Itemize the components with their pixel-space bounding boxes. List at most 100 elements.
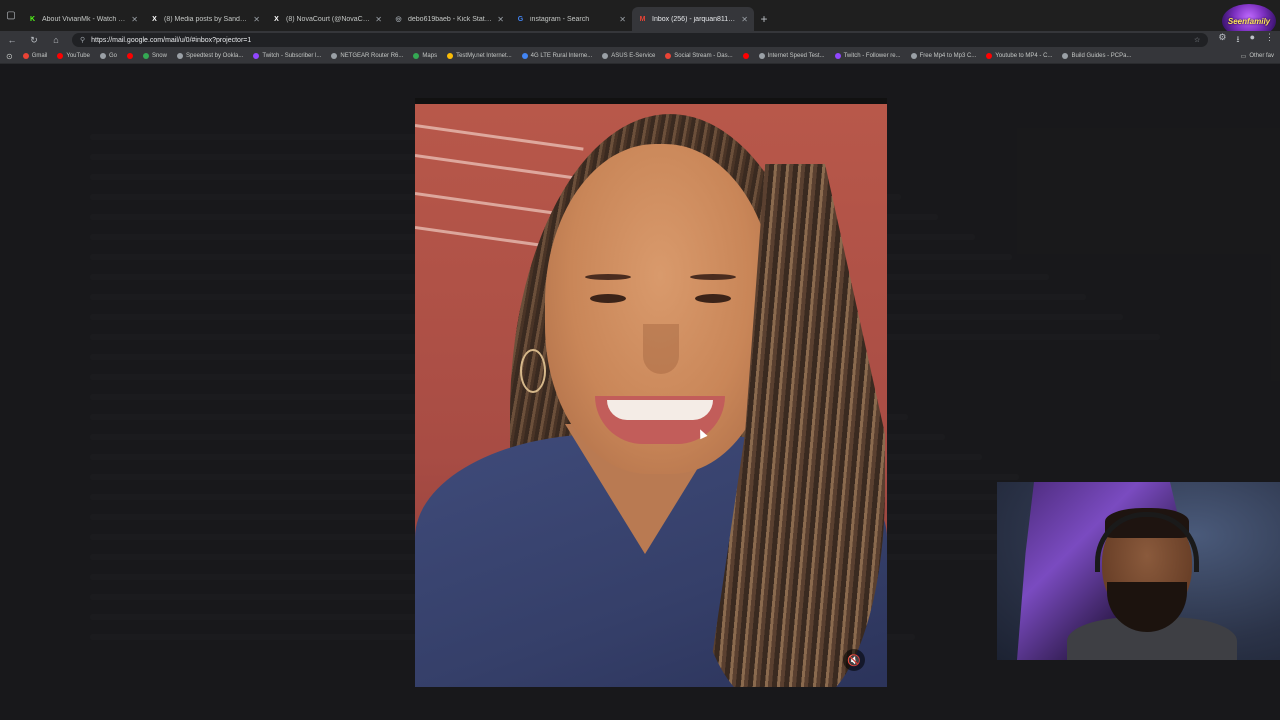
bookmark-favicon-icon bbox=[126, 53, 133, 59]
tab-close-icon[interactable]: ✕ bbox=[375, 15, 382, 24]
profile-avatar[interactable]: ● bbox=[1250, 32, 1255, 48]
browser-toolbar: ← ↻ ⌂ ⚲ https://mail.google.com/mail/u/0… bbox=[0, 31, 1280, 49]
bookmark-item[interactable]: Twitch - Follower re... bbox=[834, 53, 901, 59]
bookmark-item[interactable] bbox=[126, 53, 133, 59]
address-bar-url: https://mail.google.com/mail/u/0/#inbox?… bbox=[91, 36, 252, 44]
photo-eye bbox=[590, 294, 626, 303]
site-info-icon[interactable]: ⚲ bbox=[80, 36, 85, 44]
tab-favicon-icon: K bbox=[29, 15, 36, 23]
tab-favicon-icon: X bbox=[152, 15, 157, 23]
tab-close-icon[interactable]: ✕ bbox=[741, 15, 748, 24]
home-icon[interactable]: ⌂ bbox=[50, 35, 62, 45]
bookmark-favicon-icon bbox=[253, 53, 260, 59]
bookmark-item[interactable]: YouTube bbox=[57, 53, 90, 59]
photo-face bbox=[545, 144, 775, 474]
bookmark-favicon-icon bbox=[834, 53, 841, 59]
photo-teeth bbox=[607, 400, 713, 420]
bookmark-label: NETGEAR Router R6... bbox=[340, 53, 404, 59]
bookmark-star-icon[interactable]: ☆ bbox=[1194, 36, 1200, 44]
bookmark-favicon-icon bbox=[758, 53, 765, 59]
tab-favicon-icon: X bbox=[274, 15, 279, 23]
bookmark-favicon-icon bbox=[331, 53, 338, 59]
bookmark-item[interactable]: Speedtest by Ookla... bbox=[176, 53, 244, 59]
browser-tab[interactable]: X (8) NovaCourt (@NovaCourtt) / X ✕ bbox=[266, 7, 388, 31]
bookmark-label: Social Stream - Das... bbox=[674, 53, 733, 59]
bookmark-item[interactable]: Social Stream - Das... bbox=[665, 53, 733, 59]
bookmark-item[interactable]: Twitch - Subscriber l... bbox=[253, 53, 321, 59]
bookmark-item[interactable]: Youtube to MP4 - C... bbox=[986, 53, 1052, 59]
bookmark-label: Maps bbox=[422, 53, 438, 59]
wall-stripe bbox=[415, 124, 584, 151]
bookmark-favicon-icon bbox=[521, 53, 528, 59]
tab-title: (8) Media posts by Sandy (@sandy bbox=[164, 15, 249, 23]
mute-icon[interactable]: 🔇 bbox=[843, 649, 865, 671]
folder-icon: ▭ bbox=[1240, 53, 1247, 60]
wall-stripe bbox=[415, 154, 584, 181]
tab-close-icon[interactable]: ✕ bbox=[619, 15, 626, 24]
apps-icon[interactable]: ⊙ bbox=[6, 52, 13, 61]
viewed-photo[interactable] bbox=[415, 104, 887, 687]
bookmark-item[interactable]: Snow bbox=[142, 53, 167, 59]
tab-close-icon[interactable]: ✕ bbox=[497, 15, 504, 24]
bookmark-item[interactable]: Free Mp4 to Mp3 C... bbox=[910, 53, 976, 59]
reload-icon[interactable]: ↻ bbox=[28, 35, 40, 46]
bookmark-label: Snow bbox=[151, 53, 167, 59]
bookmark-favicon-icon bbox=[910, 53, 917, 59]
address-bar[interactable]: ⚲ https://mail.google.com/mail/u/0/#inbo… bbox=[72, 33, 1209, 47]
tab-title: instagram - Search bbox=[530, 15, 590, 23]
bookmark-label: Build Guides - PCPa... bbox=[1071, 53, 1132, 59]
bookmark-favicon-icon bbox=[99, 53, 106, 59]
bookmark-item[interactable] bbox=[742, 53, 749, 59]
bookmark-label: Go bbox=[108, 53, 117, 59]
tab-favicon-icon: M bbox=[639, 15, 646, 23]
bookmark-item[interactable]: ASUS E-Service bbox=[602, 53, 655, 59]
tab-close-icon[interactable]: ✕ bbox=[131, 15, 138, 24]
menu-icon[interactable]: ⋮ bbox=[1265, 32, 1274, 48]
bookmark-item[interactable]: TestMy.net Internet... bbox=[447, 53, 512, 59]
browser-tab[interactable]: Ginstagram - Search ✕ bbox=[510, 7, 632, 31]
bookmark-favicon-icon bbox=[22, 53, 29, 59]
tab-favicon-icon: G bbox=[517, 15, 524, 23]
bookmark-label: YouTube bbox=[66, 53, 90, 59]
bookmark-favicon-icon bbox=[602, 53, 609, 59]
photo-brow bbox=[585, 274, 631, 280]
bookmark-item[interactable]: 4G LTE Rural Interne... bbox=[521, 53, 592, 59]
new-tab-button[interactable]: + bbox=[754, 7, 774, 31]
bookmark-label: TestMy.net Internet... bbox=[456, 53, 512, 59]
bookmark-favicon-icon bbox=[742, 53, 749, 59]
tab-title: debo619baeb - Kick Stats, Analyt bbox=[408, 15, 493, 23]
browser-tab[interactable]: M Inbox (256) - jarquan811@gmail.c ✕ bbox=[632, 7, 754, 31]
bookmark-item[interactable]: Internet Speed Test... bbox=[758, 53, 825, 59]
bookmark-label: Gmail bbox=[31, 53, 48, 59]
bookmark-item[interactable]: Go bbox=[99, 53, 117, 59]
browser-tab[interactable]: X (8) Media posts by Sandy (@sandy ✕ bbox=[144, 7, 266, 31]
browser-tab[interactable]: K About VivianMk - Watch Live on✕ bbox=[22, 7, 144, 31]
bookmark-favicon-icon bbox=[1062, 53, 1069, 59]
other-bookmarks-folder[interactable]: ▭ Other fav bbox=[1241, 53, 1274, 60]
bookmark-label: Speedtest by Ookla... bbox=[185, 53, 244, 59]
back-arrow-icon[interactable]: ← bbox=[6, 35, 18, 45]
photo-nose bbox=[643, 324, 679, 374]
bookmark-item[interactable]: NETGEAR Router R6... bbox=[331, 53, 403, 59]
photo-eye bbox=[695, 294, 731, 303]
bookmark-favicon-icon bbox=[413, 53, 420, 59]
tabs-container: KAbout VivianMk - Watch Live on✕X(8) Med… bbox=[22, 7, 754, 31]
other-bookmarks-label: Other fav bbox=[1249, 53, 1274, 59]
tab-favicon-icon: ◎ bbox=[395, 16, 402, 23]
bookmark-label: Twitch - Subscriber l... bbox=[262, 53, 322, 59]
extensions-icon[interactable]: ⚙ bbox=[1218, 32, 1226, 48]
browser-tab[interactable]: ◎ debo619baeb - Kick Stats, Analyt ✕ bbox=[388, 7, 510, 31]
tab-strip: ▢ KAbout VivianMk - Watch Live on✕X(8) M… bbox=[0, 0, 1280, 38]
photo-earring bbox=[520, 349, 546, 393]
bookmark-favicon-icon bbox=[57, 53, 64, 59]
tab-title: About VivianMk - Watch Live on bbox=[42, 15, 128, 23]
bookmark-item[interactable]: Build Guides - PCPa... bbox=[1062, 53, 1131, 59]
tab-close-icon[interactable]: ✕ bbox=[253, 15, 260, 24]
tab-search-icon[interactable]: ▢ bbox=[0, 0, 22, 31]
downloads-icon[interactable]: ⭳ bbox=[1236, 32, 1239, 48]
bookmark-label: Internet Speed Test... bbox=[767, 53, 825, 59]
bookmark-favicon-icon bbox=[142, 53, 149, 59]
bookmark-item[interactable]: Gmail bbox=[22, 53, 48, 59]
bookmark-label: Youtube to MP4 - C... bbox=[995, 53, 1053, 59]
bookmark-item[interactable]: Maps bbox=[413, 53, 437, 59]
